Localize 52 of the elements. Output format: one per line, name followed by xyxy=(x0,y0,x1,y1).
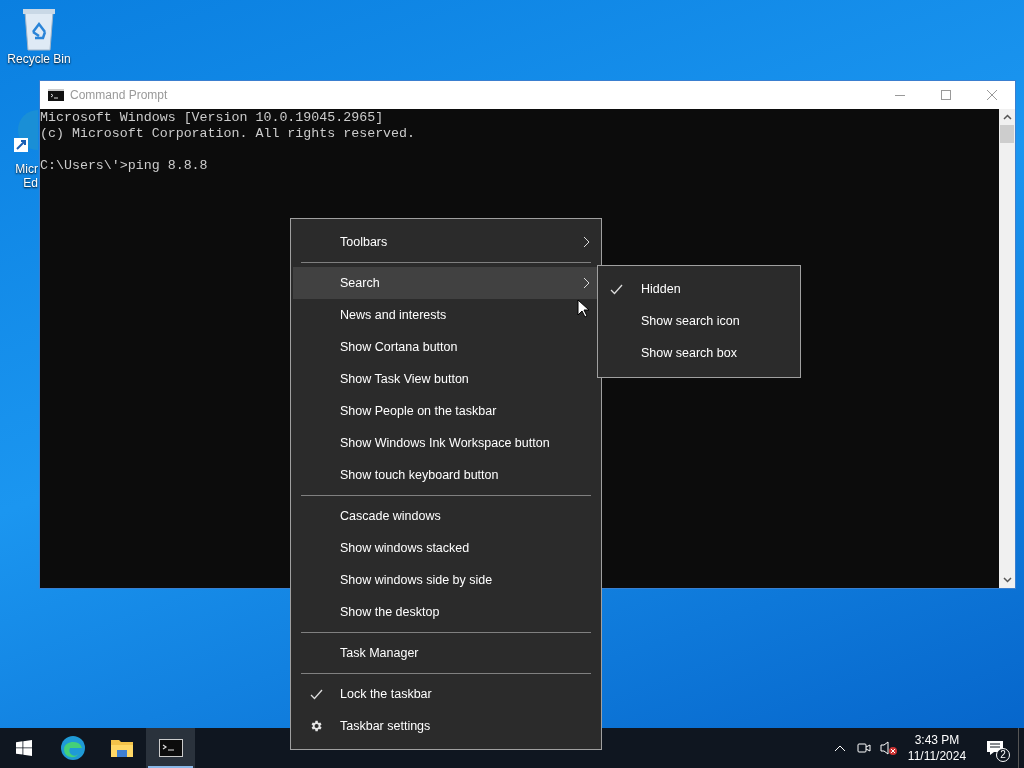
terminal-icon xyxy=(48,89,64,101)
volume-muted-icon[interactable] xyxy=(880,740,898,756)
minimize-icon xyxy=(895,94,905,96)
menu-item[interactable]: Show Task View button xyxy=(293,363,599,395)
terminal-icon[interactable] xyxy=(158,739,183,757)
menu-item[interactable]: Toolbars xyxy=(293,226,599,258)
chevron-right-icon xyxy=(583,236,590,248)
menu-item[interactable]: Task Manager xyxy=(293,637,599,669)
folder-icon[interactable] xyxy=(109,738,134,758)
menu-item[interactable]: Show People on the taskbar xyxy=(293,395,599,427)
desktop-icon-label: Ed xyxy=(23,176,38,190)
scroll-up-icon xyxy=(1002,114,1012,120)
checkmark-icon xyxy=(609,283,623,295)
taskbar-app-button[interactable] xyxy=(146,728,195,768)
mouse-cursor-icon xyxy=(577,299,589,318)
scroll-thumb[interactable] xyxy=(1000,125,1014,143)
menu-item[interactable]: Show search icon xyxy=(598,305,800,337)
menu-item[interactable]: Show touch keyboard button xyxy=(293,459,599,491)
chevron-right-icon xyxy=(583,277,590,289)
menu-item[interactable]: Show the desktop xyxy=(293,596,599,628)
windows-logo-icon xyxy=(16,740,32,756)
browser-icon[interactable] xyxy=(59,735,86,761)
menu-item[interactable]: Show windows side by side xyxy=(293,564,599,596)
console-line: Microsoft Windows [Version 10.0.19045.2965] xyxy=(40,110,385,126)
notification-icon xyxy=(986,740,1004,756)
desktop-icon-label: Recycle Bin xyxy=(7,52,71,66)
menu-item[interactable]: News and interests xyxy=(293,299,599,331)
close-icon xyxy=(987,90,997,100)
scrollbar[interactable] xyxy=(999,109,1015,588)
notifications-button[interactable]: 2 xyxy=(972,728,1018,768)
clock-time[interactable]: 3:43 PM xyxy=(914,732,960,748)
desktop-icon-label: Micr xyxy=(15,162,38,176)
notification-count: 2 xyxy=(996,748,1010,762)
checkmark-icon xyxy=(309,688,323,700)
maximize-icon xyxy=(941,90,951,100)
settings-icon xyxy=(309,719,323,733)
console-line: C:\Users\'>ping 8.8.8 xyxy=(40,158,209,174)
camera-icon[interactable] xyxy=(857,741,871,755)
menu-item[interactable]: Hidden xyxy=(598,273,800,305)
menu-item[interactable]: Show windows stacked xyxy=(293,532,599,564)
menu-item[interactable]: Taskbar settings xyxy=(293,710,599,742)
menu-item[interactable]: Search xyxy=(293,267,599,299)
menu-item[interactable]: Show search box xyxy=(598,337,800,369)
menu-item[interactable]: Cascade windows xyxy=(293,500,599,532)
chevron-up-icon[interactable] xyxy=(834,744,846,752)
menu-item[interactable]: Show Cortana button xyxy=(293,331,599,363)
clock-date[interactable]: 11/11/2024 xyxy=(907,748,967,764)
console-line: (c) Microsoft Corporation. All rights reserved. xyxy=(40,126,417,142)
menu-item[interactable]: Lock the taskbar xyxy=(293,678,599,710)
window-title: Command Prompt xyxy=(70,87,168,104)
scroll-down-icon xyxy=(1002,577,1012,583)
menu-item[interactable]: Show Windows Ink Workspace button xyxy=(293,427,599,459)
